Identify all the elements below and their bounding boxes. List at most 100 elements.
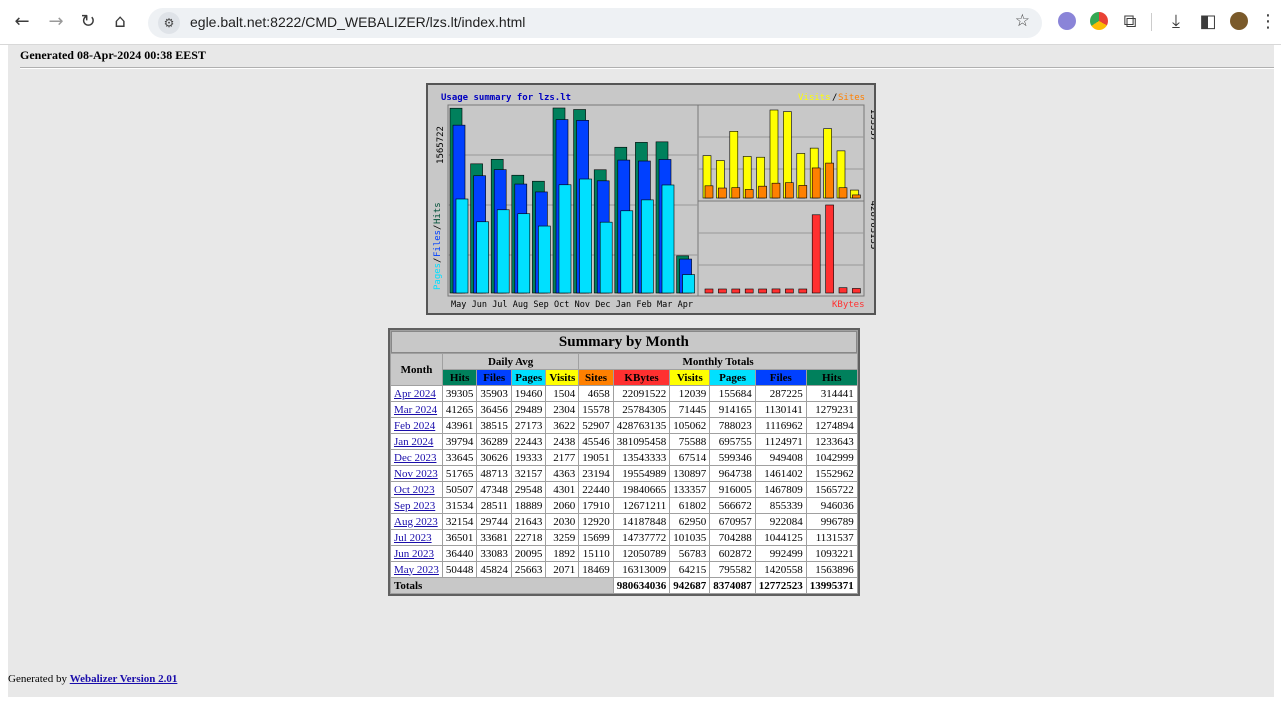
cell: 3259 — [546, 530, 579, 545]
monthly-pages-header: Pages — [710, 370, 755, 385]
month-cell: May 2023 — [391, 562, 442, 577]
sites-bar — [771, 182, 781, 199]
bookmark-star-icon[interactable]: ☆ — [1015, 11, 1030, 31]
cell: 36289 — [477, 434, 511, 449]
month-tick-label: Mar — [657, 300, 672, 310]
table-row: Aug 2023 32154 29744 21643 2030 12920 14187848… — [391, 514, 857, 529]
cell: 916005 — [710, 482, 755, 497]
sites-bar — [838, 187, 848, 199]
cell: 39305 — [442, 386, 477, 401]
cell: 12039 — [670, 386, 710, 401]
daily-pages-header: Pages — [511, 370, 546, 385]
address-bar[interactable]: ⚙ egle.balt.net:8222/CMD_WEBALIZER/lzs.l… — [148, 8, 1042, 38]
extensions-puzzle-icon[interactable]: ⧉ — [1118, 10, 1142, 34]
left-label-sep: / — [433, 225, 443, 230]
month-link[interactable]: Nov 2023 — [394, 468, 438, 480]
left-label-hits: Hits — [433, 202, 443, 224]
usage-graph: Usage summary for lzs.lt Visits / Sites KByt… — [426, 83, 876, 315]
cell: 50507 — [442, 482, 477, 497]
webalizer-link[interactable]: Webalizer Version 2.01 — [70, 673, 178, 685]
cell: 788023 — [710, 418, 755, 433]
left-label-pages: Pages — [433, 263, 443, 290]
cell: 12920 — [579, 514, 613, 529]
cell: 1042999 — [806, 450, 857, 465]
download-icon[interactable]: ⤓ — [1164, 10, 1188, 34]
cell: 1233643 — [806, 434, 857, 449]
month-link[interactable]: Feb 2024 — [394, 420, 435, 432]
totals-label: Totals — [391, 578, 613, 593]
cell: 29744 — [477, 514, 511, 529]
sites-bar — [758, 185, 767, 199]
cell: 15110 — [579, 546, 613, 561]
cell: 23194 — [579, 466, 613, 481]
url-text[interactable]: egle.balt.net:8222/CMD_WEBALIZER/lzs.lt/… — [190, 14, 525, 30]
kbytes-bar — [718, 288, 727, 294]
reload-icon[interactable]: ↻ — [76, 10, 100, 34]
month-link[interactable]: May 2023 — [394, 564, 439, 576]
pages-bar — [579, 178, 592, 294]
cell: 2030 — [546, 514, 579, 529]
avatar[interactable] — [1230, 12, 1248, 30]
back-icon[interactable]: ← — [10, 10, 34, 34]
site-info-icon[interactable]: ⚙ — [158, 12, 180, 34]
left-axis-max: 1565722 — [436, 126, 446, 164]
side-panel-icon[interactable]: ◧ — [1196, 10, 1220, 34]
legend-sites: Sites — [838, 93, 865, 103]
table-row: Nov 2023 51765 48713 32157 4363 23194 19554989… — [391, 466, 857, 481]
daily-avg-header: Daily Avg — [442, 354, 579, 369]
kbytes-bar — [758, 288, 767, 294]
cell: 314441 — [806, 386, 857, 401]
home-icon[interactable]: ⌂ — [108, 10, 132, 34]
month-link[interactable]: Sep 2023 — [394, 500, 435, 512]
month-link[interactable]: Aug 2023 — [394, 516, 438, 528]
month-tick-label: Aug — [513, 300, 528, 310]
pages-bar — [641, 199, 654, 294]
cell: 52907 — [579, 418, 613, 433]
cell: 949408 — [755, 450, 806, 465]
menu-icon[interactable]: ⋮ — [1256, 10, 1280, 34]
month-link[interactable]: Jan 2024 — [394, 436, 433, 448]
cell: 4658 — [579, 386, 613, 401]
month-link[interactable]: Oct 2023 — [394, 484, 435, 496]
cell: 25663 — [511, 562, 546, 577]
total-cell: 942687 — [670, 578, 710, 593]
month-link[interactable]: Dec 2023 — [394, 452, 436, 464]
summary-table: Summary by Month Month Daily Avg Monthly… — [388, 328, 860, 596]
month-cell: Aug 2023 — [391, 514, 442, 529]
cell: 71445 — [670, 402, 710, 417]
sites-bar — [811, 167, 821, 199]
kbytes-bar — [731, 288, 741, 294]
cell: 29489 — [511, 402, 546, 417]
cell: 56783 — [670, 546, 710, 561]
cell: 1461402 — [755, 466, 806, 481]
month-tick-label: Feb — [636, 300, 651, 310]
cell: 1420558 — [755, 562, 806, 577]
cell: 1279231 — [806, 402, 857, 417]
cell: 670957 — [710, 514, 755, 529]
cell: 19333 — [511, 450, 546, 465]
kbytes-bar — [785, 288, 794, 294]
right-top-max: 133357 — [868, 109, 874, 142]
right-bottom-max: 428763135 — [868, 201, 874, 250]
month-cell: Dec 2023 — [391, 450, 442, 465]
cell: 287225 — [755, 386, 806, 401]
month-link[interactable]: Jul 2023 — [394, 532, 432, 544]
month-link[interactable]: Apr 2024 — [394, 388, 436, 400]
cell: 29548 — [511, 482, 546, 497]
month-link[interactable]: Jun 2023 — [394, 548, 434, 560]
month-link[interactable]: Mar 2024 — [394, 404, 437, 416]
cell: 39794 — [442, 434, 477, 449]
cell: 2071 — [546, 562, 579, 577]
forward-icon[interactable]: → — [44, 10, 68, 34]
daily-hits-header: Hits — [442, 370, 477, 385]
extension-color-icon[interactable] — [1090, 12, 1108, 30]
sites-bar — [798, 185, 808, 199]
cell: 67514 — [670, 450, 710, 465]
month-tick-label: May — [451, 300, 466, 310]
month-cell: Apr 2024 — [391, 386, 442, 401]
cell: 914165 — [710, 402, 755, 417]
cell: 33681 — [477, 530, 511, 545]
cell: 36440 — [442, 546, 477, 561]
table-row: Jun 2023 36440 33083 20095 1892 15110 12050789… — [391, 546, 857, 561]
extension-feather-icon[interactable] — [1058, 12, 1076, 30]
